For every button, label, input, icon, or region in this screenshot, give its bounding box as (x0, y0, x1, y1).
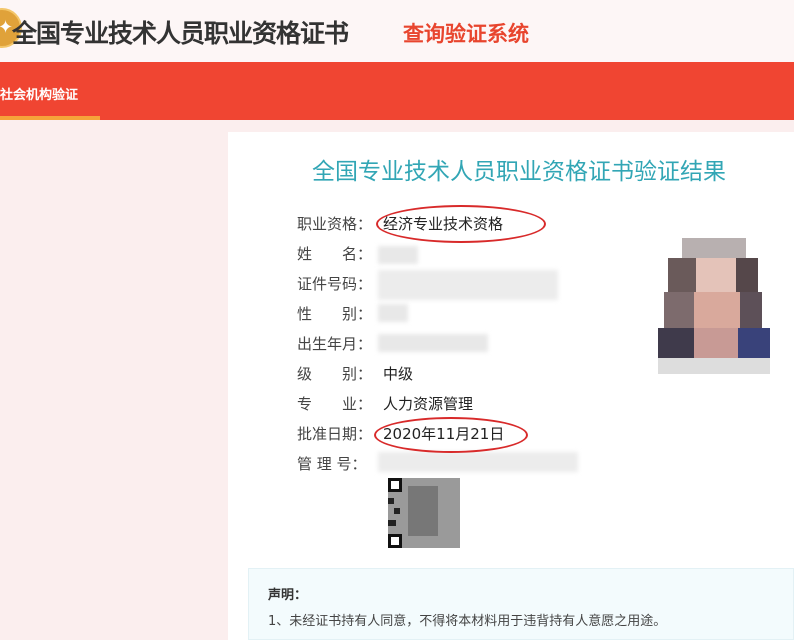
notice-title: 声明： (268, 588, 308, 603)
field-value: 人力资源管理 (383, 395, 474, 413)
field-management-no: 管 理 号： (297, 453, 383, 473)
app-header: ✦ 全国专业技术人员职业资格证书 查询验证系统 (0, 0, 794, 62)
field-label: 级 别： (297, 365, 373, 383)
field-label: 职业资格： (297, 215, 373, 233)
site-title: 全国专业技术人员职业资格证书 (12, 19, 349, 48)
field-value: 中级 (383, 365, 414, 383)
nav-item-org-verify[interactable]: 社会机构验证 (0, 84, 78, 103)
field-label: 专 业： (297, 395, 373, 413)
field-name: 姓 名： (297, 243, 383, 263)
holder-photo (658, 238, 770, 374)
field-label: 批准日期： (297, 425, 373, 443)
result-title: 全国专业技术人员职业资格证书验证结果 (312, 159, 726, 185)
nav-bar: 社会机构验证 (0, 62, 794, 120)
redacted-id (378, 270, 558, 300)
field-gender: 性 别： (297, 303, 383, 323)
redacted-birth (378, 334, 488, 352)
field-label: 出生年月： (297, 335, 373, 353)
field-id-number: 证件号码： (297, 273, 383, 293)
highlight-ring-qualification (376, 205, 546, 243)
redacted-management-no (378, 452, 578, 472)
qr-code (388, 478, 460, 548)
nav-active-indicator (0, 116, 100, 120)
site-subtitle: 查询验证系统 (403, 22, 529, 46)
field-label: 姓 名： (297, 245, 373, 263)
redacted-name (378, 246, 418, 264)
notice-line: 1、未经证书持有人同意，不得将本材料用于违背持有人意愿之用途。 (268, 614, 667, 629)
field-specialty: 专 业： 人力资源管理 (297, 393, 473, 413)
highlight-ring-date (374, 417, 528, 453)
redacted-gender (378, 304, 408, 322)
field-label: 管 理 号： (297, 455, 367, 473)
notice-box (248, 568, 794, 640)
field-level: 级 别： 中级 (297, 363, 413, 383)
field-label: 证件号码： (297, 275, 373, 293)
field-label: 性 别： (297, 305, 373, 323)
field-birth: 出生年月： (297, 333, 383, 353)
